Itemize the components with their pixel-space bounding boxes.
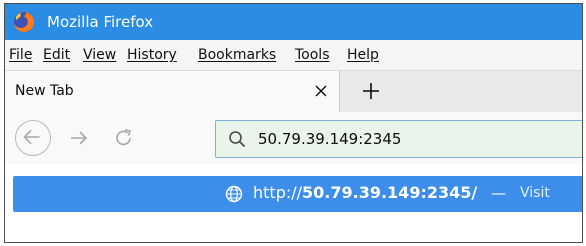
search-icon — [229, 131, 246, 148]
tab-title: New Tab — [15, 83, 74, 99]
close-icon[interactable] — [313, 83, 329, 99]
globe-icon — [225, 185, 243, 203]
navigation-bar: 50.79.39.149:2345 — [5, 112, 582, 164]
menu-bookmarks[interactable]: Bookmarks — [198, 47, 276, 63]
firefox-logo-icon — [14, 12, 34, 32]
plus-icon[interactable] — [361, 81, 381, 101]
menu-tools[interactable]: Tools — [295, 47, 330, 63]
url-suggestions-dropdown: http://50.79.39.149:2345/ — Visit — [5, 164, 582, 242]
menu-help[interactable]: Help — [347, 47, 379, 63]
suggestion-separator: — — [491, 184, 506, 202]
forward-arrow-icon[interactable] — [69, 128, 89, 148]
suggestion-url-prefix: http:// — [253, 183, 303, 202]
menu-history[interactable]: History — [127, 47, 177, 63]
back-button[interactable] — [15, 120, 51, 156]
menu-view[interactable]: View — [83, 47, 116, 63]
title-bar[interactable]: Mozilla Firefox — [5, 4, 582, 40]
tab-strip: New Tab — [5, 71, 582, 112]
window-title: Mozilla Firefox — [47, 13, 154, 31]
suggestion-action: Visit — [520, 185, 550, 201]
suggestion-url-host: 50.79.39.149:2345/ — [302, 183, 478, 202]
suggestion-row[interactable]: http://50.79.39.149:2345/ — Visit — [13, 176, 582, 212]
url-bar[interactable]: 50.79.39.149:2345 — [215, 120, 582, 158]
browser-window: Mozilla Firefox File Edit View History B… — [4, 3, 583, 243]
menu-file[interactable]: File — [9, 47, 32, 63]
back-arrow-icon — [23, 129, 40, 145]
suggestion-url: http://50.79.39.149:2345/ — [253, 183, 477, 202]
menu-bar: File Edit View History Bookmarks Tools H… — [5, 40, 582, 71]
url-input[interactable]: 50.79.39.149:2345 — [258, 130, 401, 148]
menu-edit[interactable]: Edit — [43, 47, 70, 63]
tab-new-tab[interactable]: New Tab — [5, 71, 340, 112]
reload-icon[interactable] — [113, 127, 135, 149]
